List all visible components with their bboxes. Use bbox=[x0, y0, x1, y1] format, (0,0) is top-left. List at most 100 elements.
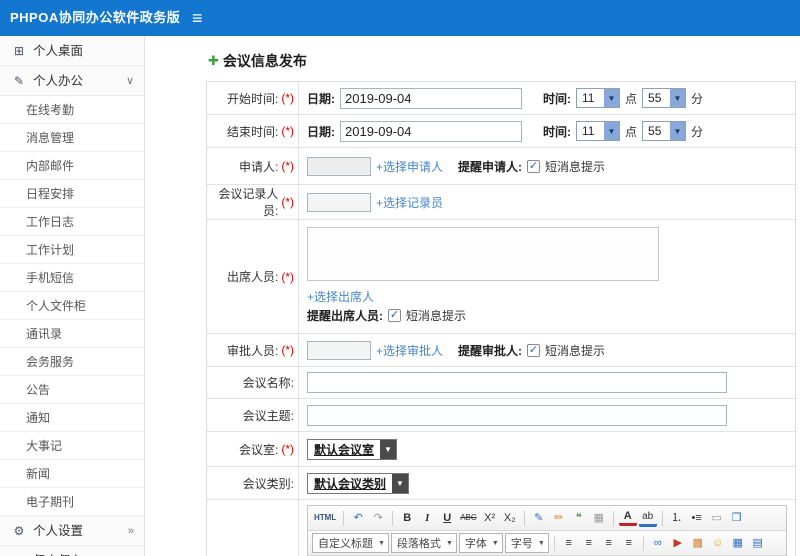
align-center-button[interactable]: ≡ bbox=[580, 534, 598, 552]
italic-button[interactable]: I bbox=[418, 509, 436, 527]
field-label-recorder: 会议记录人员: (*) bbox=[207, 185, 299, 219]
strikethrough-button[interactable]: ABC bbox=[458, 509, 478, 527]
blockquote-button[interactable]: ❝ bbox=[570, 509, 588, 527]
sidebar-item-work-plan[interactable]: 工作计划 bbox=[0, 236, 144, 264]
page-button[interactable]: ▭ bbox=[708, 509, 726, 527]
redo-button[interactable]: ↷ bbox=[369, 509, 387, 527]
sidebar-item-sms[interactable]: 手机短信 bbox=[0, 264, 144, 292]
attendees-sms-checkbox[interactable]: ✓ bbox=[388, 309, 401, 322]
sidebar-item-label: 新闻 bbox=[26, 467, 51, 481]
html-source-button[interactable]: HTML bbox=[312, 509, 338, 527]
subscript-button[interactable]: X₂ bbox=[501, 509, 519, 527]
sidebar-item-e-journal[interactable]: 电子期刊 bbox=[0, 488, 144, 516]
sms-hint-label: 短消息提示 bbox=[406, 309, 467, 323]
sidebar-item-personal-office[interactable]: ✎ 个人办公 ∨ bbox=[0, 66, 144, 96]
sidebar-item-internal-mail[interactable]: 内部邮件 bbox=[0, 152, 144, 180]
superscript-button[interactable]: X² bbox=[481, 509, 499, 527]
sidebar-item-file-cabinet[interactable]: 个人文件柜 bbox=[0, 292, 144, 320]
applicant-sms-checkbox[interactable]: ✓ bbox=[527, 159, 541, 173]
label-text: 会议室: bbox=[238, 442, 279, 457]
sidebar-item-message-management[interactable]: 消息管理 bbox=[0, 124, 144, 152]
sidebar-item-work-log[interactable]: 工作日志 bbox=[0, 208, 144, 236]
ordered-list-button[interactable]: ⒈ bbox=[668, 509, 686, 527]
paragraph-format-select[interactable]: 段落格式 bbox=[390, 533, 457, 553]
choose-attendees-link[interactable]: +选择出席人 bbox=[307, 290, 374, 304]
sidebar-item-announcement[interactable]: 公告 bbox=[0, 376, 144, 404]
end-minute-select[interactable]: 55 bbox=[642, 121, 687, 141]
fullscreen-button[interactable]: ❒ bbox=[728, 509, 746, 527]
field-label-meeting-name: 会议名称: bbox=[207, 367, 299, 398]
toolbar-separator bbox=[392, 510, 394, 526]
align-right-button[interactable]: ≡ bbox=[600, 534, 618, 552]
time-label: 时间: bbox=[543, 91, 571, 106]
custom-title-select[interactable]: 自定义标题 bbox=[312, 533, 389, 553]
sidebar-item-meeting-service[interactable]: 会务服务 bbox=[0, 348, 144, 376]
meeting-form: 开始时间: (*) 日期: 时间: 11 点 55 分 结束时间: (*) bbox=[206, 81, 796, 556]
sidebar-item-label: 个人办公 bbox=[33, 73, 84, 88]
required-mark: (*) bbox=[281, 195, 294, 209]
sidebar-item-contacts[interactable]: 通讯录 bbox=[0, 320, 144, 348]
form-row-approver: 审批人员: (*) +选择审批人 提醒审批人: ✓ 短消息提示 bbox=[207, 334, 795, 367]
insert-media-button[interactable]: ▶ bbox=[669, 534, 687, 552]
form-row-meeting-room: 会议室: (*) 默认会议室 bbox=[207, 432, 795, 467]
minute-unit-label: 分 bbox=[691, 91, 704, 106]
minute-value: 55 bbox=[648, 91, 662, 105]
font-color-button[interactable]: A bbox=[618, 510, 637, 526]
dropdown-arrow-icon bbox=[380, 439, 397, 459]
insert-image-button[interactable]: ▩ bbox=[689, 534, 707, 552]
sidebar-item-schedule[interactable]: 日程安排 bbox=[0, 180, 144, 208]
hamburger-menu-icon[interactable]: ≡ bbox=[192, 0, 203, 36]
sidebar-item-label: 大事记 bbox=[26, 439, 63, 453]
grid-button[interactable]: ▤ bbox=[749, 534, 767, 552]
dropdown-arrow-icon bbox=[392, 473, 409, 493]
start-minute-select[interactable]: 55 bbox=[642, 88, 687, 108]
sidebar-item-news[interactable]: 新闻 bbox=[0, 460, 144, 488]
align-left-button[interactable]: ≡ bbox=[560, 534, 578, 552]
sidebar-item-desktop[interactable]: ⊞ 个人桌面 bbox=[0, 36, 144, 66]
template-button[interactable]: ▦ bbox=[590, 509, 608, 527]
font-family-select[interactable]: 字体 bbox=[458, 533, 503, 553]
choose-recorder-link[interactable]: +选择记录员 bbox=[376, 194, 443, 211]
insert-table-button[interactable]: ▦ bbox=[729, 534, 747, 552]
sidebar-item-online-attendance[interactable]: 在线考勤 bbox=[0, 96, 144, 124]
bold-button[interactable]: B bbox=[398, 509, 416, 527]
underline-button[interactable]: U bbox=[438, 509, 456, 527]
approver-sms-checkbox[interactable]: ✓ bbox=[527, 343, 541, 357]
eraser-button[interactable]: ✎ bbox=[530, 509, 548, 527]
approver-input[interactable] bbox=[307, 340, 371, 360]
meeting-category-select[interactable]: 默认会议类别 bbox=[307, 472, 410, 494]
label-text: 开始时间: bbox=[226, 91, 279, 106]
sidebar-item-supervision[interactable]: ◉ 督查督办 » bbox=[0, 546, 144, 556]
time-label: 时间: bbox=[543, 124, 571, 139]
attendees-textarea[interactable] bbox=[307, 227, 659, 281]
align-justify-button[interactable]: ≡ bbox=[620, 534, 638, 552]
highlight-color-button[interactable]: ab bbox=[638, 509, 657, 527]
label-text: 会议记录人员: bbox=[218, 187, 279, 218]
recorder-input[interactable] bbox=[307, 192, 371, 212]
field-label-attendees: 出席人员: (*) bbox=[207, 220, 299, 333]
applicant-input[interactable] bbox=[307, 156, 371, 176]
start-date-input[interactable] bbox=[340, 87, 522, 109]
font-size-select[interactable]: 字号 bbox=[504, 533, 549, 553]
format-painter-button[interactable]: ✏ bbox=[550, 509, 568, 527]
meeting-room-select[interactable]: 默认会议室 bbox=[307, 438, 398, 460]
sidebar-item-personal-settings[interactable]: ⚙ 个人设置 » bbox=[0, 516, 144, 546]
minute-value: 55 bbox=[648, 124, 662, 138]
rich-text-editor: HTML ↶ ↷ B I U ABC X² X₂ ✎ ✏ ❝ ▦ A ab ⒈ … bbox=[307, 505, 787, 556]
sidebar-item-notice[interactable]: 通知 bbox=[0, 404, 144, 432]
insert-link-button[interactable]: ∞ bbox=[649, 534, 667, 552]
chevron-right-icon: » bbox=[127, 524, 134, 537]
unordered-list-button[interactable]: •≡ bbox=[688, 509, 706, 527]
start-hour-select[interactable]: 11 bbox=[576, 88, 620, 108]
choose-approver-link[interactable]: +选择审批人 bbox=[376, 342, 443, 359]
undo-button[interactable]: ↶ bbox=[349, 509, 367, 527]
emoticon-button[interactable]: ☺ bbox=[709, 534, 727, 552]
end-hour-select[interactable]: 11 bbox=[576, 121, 620, 141]
end-date-input[interactable] bbox=[340, 120, 522, 142]
sidebar-item-label: 个人设置 bbox=[33, 523, 84, 538]
sidebar-item-label: 个人桌面 bbox=[33, 43, 84, 58]
meeting-topic-input[interactable] bbox=[307, 404, 727, 426]
choose-applicant-link[interactable]: +选择申请人 bbox=[376, 158, 443, 175]
sidebar-item-major-events[interactable]: 大事记 bbox=[0, 432, 144, 460]
meeting-name-input[interactable] bbox=[307, 372, 727, 393]
